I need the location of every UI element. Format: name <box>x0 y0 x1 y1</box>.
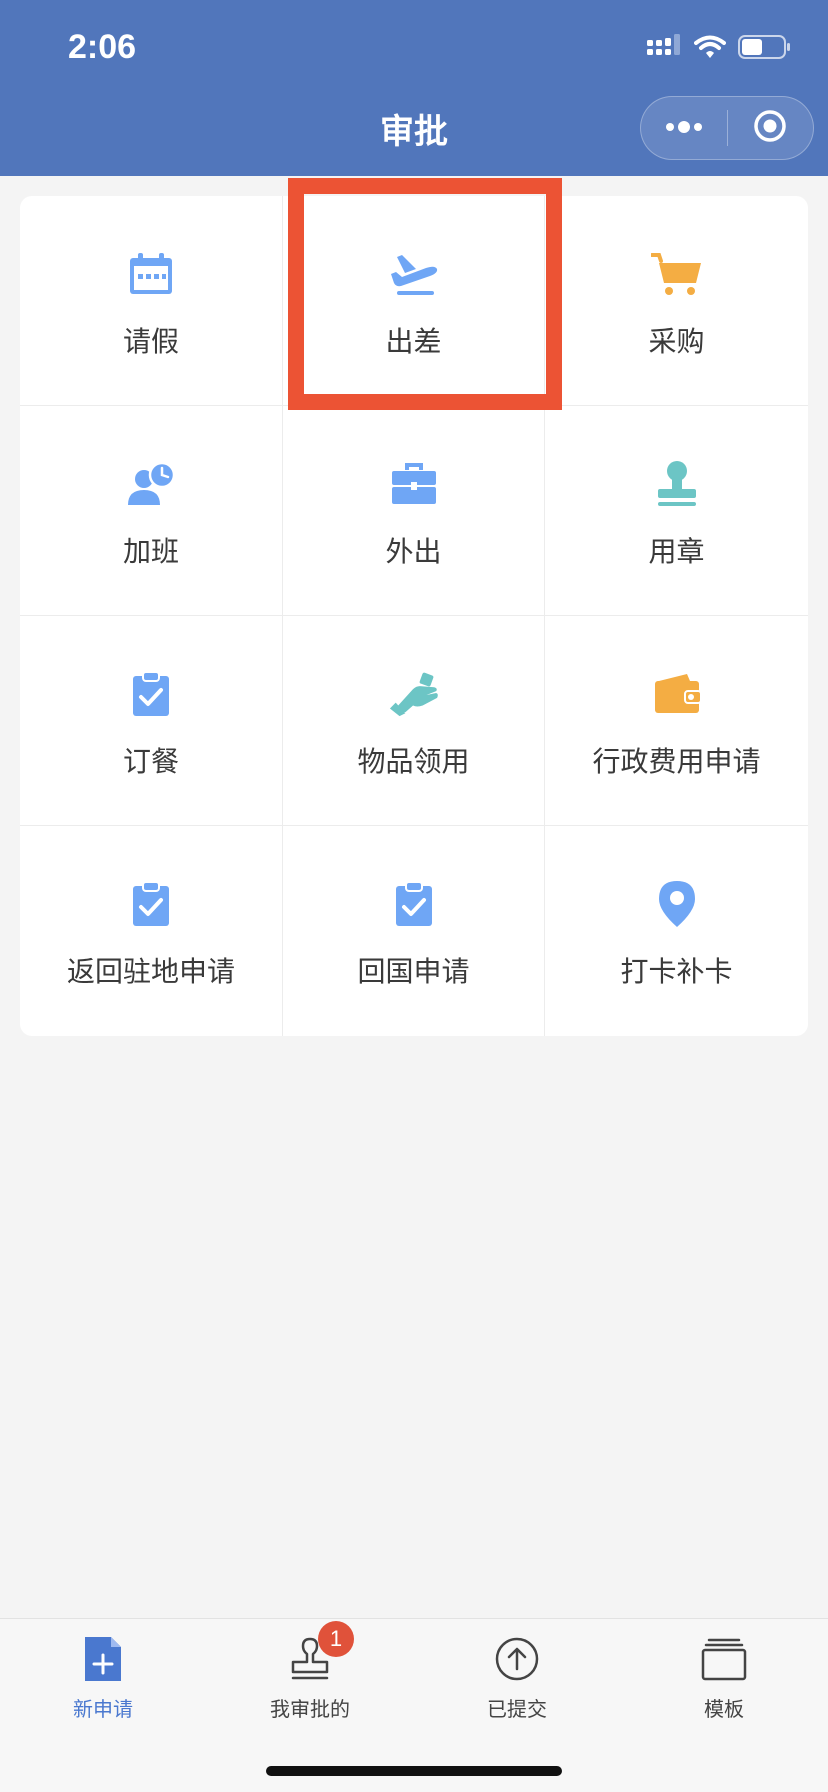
location-pin-icon <box>651 878 703 930</box>
stamp-outline-icon: 1 <box>284 1621 354 1685</box>
clipboard-check-icon <box>125 878 177 930</box>
calendar-icon <box>125 248 177 300</box>
tab-label: 新申请 <box>73 1697 133 1721</box>
grid-item-go-out[interactable]: 外出 <box>283 406 545 616</box>
battery-icon <box>738 34 792 64</box>
shopping-cart-icon <box>650 248 703 300</box>
briefcase-icon <box>388 458 440 510</box>
grid-item-business-trip[interactable]: 出差 <box>283 196 545 406</box>
grid-item-label: 订餐 <box>122 745 179 778</box>
person-clock-icon <box>125 458 177 510</box>
grid-item-label: 用章 <box>648 535 705 568</box>
grid-item-label: 加班 <box>122 535 179 568</box>
grid-item-return-home[interactable]: 回国申请 <box>283 826 545 1036</box>
airplane-icon <box>388 248 440 300</box>
tab-label: 已提交 <box>487 1697 547 1721</box>
clipboard-check-icon <box>125 668 177 720</box>
miniprogram-capsule <box>640 96 814 160</box>
upload-circle-icon <box>491 1633 543 1685</box>
tab-label: 模板 <box>704 1697 744 1721</box>
grid-item-purchase[interactable]: 采购 <box>545 196 808 406</box>
grid-item-label: 出差 <box>385 325 442 358</box>
tab-label: 我审批的 <box>270 1697 350 1721</box>
grid-item-leave[interactable]: 请假 <box>20 196 283 406</box>
grid-item-label: 物品领用 <box>357 745 470 778</box>
new-document-icon <box>77 1633 129 1685</box>
template-stack-icon <box>698 1633 750 1685</box>
grid-item-label: 打卡补卡 <box>620 955 733 988</box>
grid-item-label: 返回驻地申请 <box>66 955 235 988</box>
close-miniprogram-button[interactable] <box>728 96 814 160</box>
wallet-icon <box>651 668 703 720</box>
more-dots-icon <box>664 119 704 138</box>
grid-item-label: 行政费用申请 <box>592 745 761 778</box>
unread-badge: 1 <box>318 1621 354 1657</box>
cellular-signal-icon <box>646 34 682 64</box>
approval-type-grid: 请假 出差 采购 加班 外出 用章 订餐 物品领用 行政费用申请 返回驻地申请 … <box>20 196 808 1036</box>
nav-header: 2:06 审批 <box>0 0 828 176</box>
grid-item-label: 回国申请 <box>357 955 470 988</box>
grid-item-admin-expense[interactable]: 行政费用申请 <box>545 616 808 826</box>
grid-item-label: 请假 <box>122 325 179 358</box>
grid-item-clock-correction[interactable]: 打卡补卡 <box>545 826 808 1036</box>
stamp-icon <box>651 458 703 510</box>
target-circle-icon <box>752 108 788 148</box>
tab-templates[interactable]: 模板 <box>644 1633 804 1723</box>
grid-item-overtime[interactable]: 加班 <box>20 406 283 616</box>
clipboard-check-icon <box>388 878 440 930</box>
wifi-icon <box>694 35 726 63</box>
grid-item-return-station[interactable]: 返回驻地申请 <box>20 826 283 1036</box>
grid-item-label: 采购 <box>648 325 705 358</box>
tab-new-application[interactable]: 新申请 <box>23 1633 183 1723</box>
status-time: 2:06 <box>68 28 137 66</box>
hand-receive-icon <box>388 668 440 720</box>
home-indicator[interactable] <box>266 1766 562 1776</box>
grid-item-item-requisition[interactable]: 物品领用 <box>283 616 545 826</box>
approval-type-card: 请假 出差 采购 加班 外出 用章 订餐 物品领用 行政费用申请 返回驻地申请 … <box>20 196 808 1036</box>
grid-item-label: 外出 <box>385 535 442 568</box>
tab-submitted[interactable]: 已提交 <box>437 1633 597 1723</box>
tab-my-approvals[interactable]: 1 我审批的 <box>230 1621 390 1723</box>
grid-item-meal-order[interactable]: 订餐 <box>20 616 283 826</box>
more-button[interactable] <box>641 96 727 160</box>
grid-item-seal[interactable]: 用章 <box>545 406 808 616</box>
status-icons <box>646 34 792 64</box>
